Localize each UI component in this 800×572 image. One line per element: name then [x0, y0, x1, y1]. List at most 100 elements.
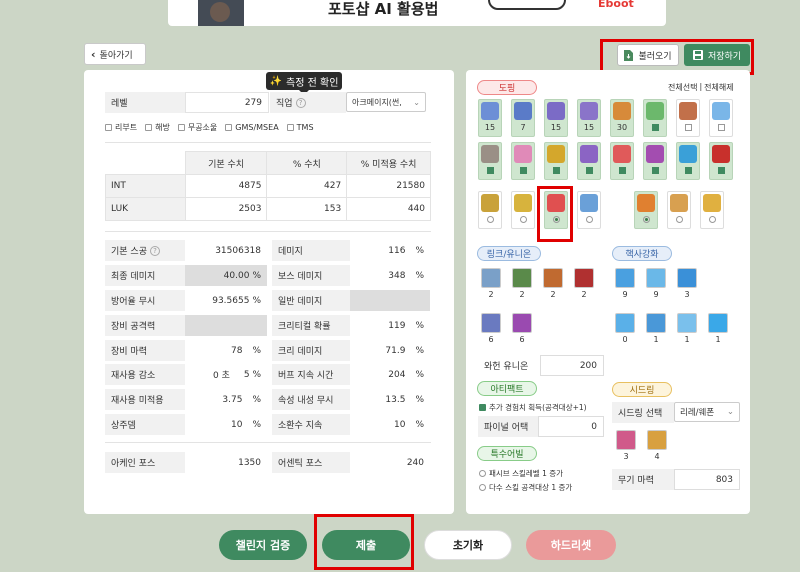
reset-button[interactable]: 초기화: [424, 530, 512, 560]
option-mugong[interactable]: 무공소울: [177, 122, 217, 133]
seed-select-label: 시드링 선택: [612, 402, 674, 423]
stat-value-wrap[interactable]: 348%: [350, 265, 430, 286]
level-input[interactable]: 279: [185, 92, 269, 113]
stat-pct-input[interactable]: 153: [266, 197, 348, 221]
skill-level: 1: [653, 335, 659, 344]
doping-item[interactable]: [643, 142, 667, 180]
stat-value-wrap[interactable]: 40.00%: [185, 265, 267, 286]
doping-item[interactable]: 7: [511, 99, 535, 137]
stat-label: 일반 데미지: [272, 290, 350, 311]
doping-item[interactable]: [700, 191, 724, 229]
save-button[interactable]: 저장하기: [684, 44, 750, 66]
doping-item[interactable]: [676, 99, 700, 137]
hexa-core[interactable]: 1: [707, 313, 729, 347]
doping-item[interactable]: [709, 142, 733, 180]
stat-label: 방어율 무시: [105, 290, 185, 311]
stat-value-wrap[interactable]: 0 초 5 %: [185, 364, 267, 385]
load-button[interactable]: 불러오기: [617, 44, 679, 66]
doping-item[interactable]: [544, 142, 568, 180]
feather-icon: [481, 194, 499, 212]
seed-ring[interactable]: 3: [615, 430, 637, 464]
weapon-magic-row: 무기 마력 803: [612, 469, 740, 490]
hexa-core[interactable]: 9: [645, 268, 667, 302]
option-tms[interactable]: TMS: [286, 122, 314, 133]
submit-button[interactable]: 제출: [322, 530, 410, 560]
job-select[interactable]: 아크메이지(썬, ⌄: [346, 92, 426, 112]
stat-label: 소환수 지속: [272, 414, 350, 435]
seed-ring[interactable]: 4: [646, 430, 668, 464]
union-input[interactable]: 200: [540, 355, 604, 376]
option-gms[interactable]: GMS/MSEA: [225, 122, 279, 133]
challenge-verify-button[interactable]: 챌린지 검증: [219, 530, 307, 560]
stat-value-wrap[interactable]: 10%: [350, 414, 430, 435]
skill-level: 6: [488, 335, 494, 344]
special-option-1[interactable]: 패시브 스킬레벨 1 증가: [479, 468, 563, 479]
help-icon[interactable]: ?: [295, 97, 306, 108]
hexa-core[interactable]: 0: [614, 313, 636, 347]
doping-item[interactable]: 15: [478, 99, 502, 137]
link-skill[interactable]: 2: [511, 268, 533, 302]
stat-value-wrap[interactable]: 116%: [350, 240, 430, 261]
tooltip-text: 측정 전 확인: [286, 77, 339, 89]
final-attack-input[interactable]: 0: [538, 416, 604, 437]
skill-level: 1: [715, 335, 721, 344]
doping-item[interactable]: [709, 99, 733, 137]
authentic-force-input[interactable]: 240: [350, 452, 430, 473]
seed-rings: 34: [615, 430, 675, 466]
weapon-magic-input[interactable]: 803: [674, 469, 740, 490]
stat-pct-input[interactable]: 427: [266, 174, 348, 198]
doping-item[interactable]: [478, 142, 502, 180]
stat-value-wrap[interactable]: 78%: [185, 340, 267, 361]
arcane-force-input[interactable]: 1350: [185, 452, 267, 473]
hexa-core[interactable]: 9: [614, 268, 636, 302]
doping-item[interactable]: [577, 191, 601, 229]
checkbox-icon: [717, 167, 725, 174]
stat-value-wrap[interactable]: 93.5655%: [185, 290, 267, 311]
hexa-core[interactable]: 3: [676, 268, 698, 302]
stat-base-input[interactable]: 4875: [184, 174, 268, 198]
help-icon[interactable]: ?: [149, 245, 160, 256]
doping-item[interactable]: 15: [577, 99, 601, 137]
stat-flat-input[interactable]: 440: [346, 197, 431, 221]
link-skill[interactable]: 2: [480, 268, 502, 302]
deselect-all-link[interactable]: 전체해제: [704, 82, 733, 93]
doping-item[interactable]: [478, 191, 502, 229]
doping-item[interactable]: 15: [544, 99, 568, 137]
link-skill[interactable]: 6: [511, 313, 533, 347]
hexa-core[interactable]: 1: [676, 313, 698, 347]
option-reboot[interactable]: 리부트: [105, 122, 137, 133]
seed-ring-tag: 시드링: [612, 382, 672, 397]
stat-value-wrap[interactable]: 3.75%: [185, 389, 267, 410]
doping-item[interactable]: 30: [610, 99, 634, 137]
stat-value-wrap[interactable]: 71.9%: [350, 340, 430, 361]
hexa-core[interactable]: 1: [645, 313, 667, 347]
link-skill[interactable]: 2: [573, 268, 595, 302]
special-option-2[interactable]: 다수 스킬 공격대상 1 증가: [479, 482, 572, 493]
stat-value: 93.5655: [212, 295, 250, 306]
doping-item[interactable]: [610, 142, 634, 180]
stat-value-wrap[interactable]: 10%: [185, 414, 267, 435]
stat-base-input[interactable]: 2503: [184, 197, 268, 221]
stat-value-wrap[interactable]: 13.5%: [350, 389, 430, 410]
artifact-exp-checkbox[interactable]: 추가 경험치 획득(공격대상+1): [479, 402, 587, 413]
doping-item[interactable]: [667, 191, 691, 229]
stat-value[interactable]: 31506318: [185, 240, 267, 261]
doping-item[interactable]: [643, 99, 667, 137]
doping-item[interactable]: [511, 191, 535, 229]
link-skill[interactable]: 6: [480, 313, 502, 347]
link-skill[interactable]: 2: [542, 268, 564, 302]
stat-value-wrap[interactable]: 119%: [350, 315, 430, 336]
stat-value-wrap[interactable]: 204%: [350, 364, 430, 385]
stat-flat-input[interactable]: 21580: [346, 174, 431, 198]
top-banner[interactable]: 포토샵 AI 활용법 Eboot: [168, 0, 666, 26]
doping-item[interactable]: [511, 142, 535, 180]
doping-item[interactable]: [634, 191, 658, 229]
hard-reset-button[interactable]: 하드리셋: [526, 530, 616, 560]
seed-select[interactable]: 리레/웨폰 ⌄: [674, 402, 740, 422]
doping-item[interactable]: [577, 142, 601, 180]
doping-item[interactable]: [676, 142, 700, 180]
back-button[interactable]: ‹ 돌아가기: [84, 43, 146, 65]
skill-level: 2: [519, 290, 525, 299]
select-all-link[interactable]: 전체선택: [668, 82, 697, 93]
option-liberation[interactable]: 해방: [145, 122, 170, 133]
